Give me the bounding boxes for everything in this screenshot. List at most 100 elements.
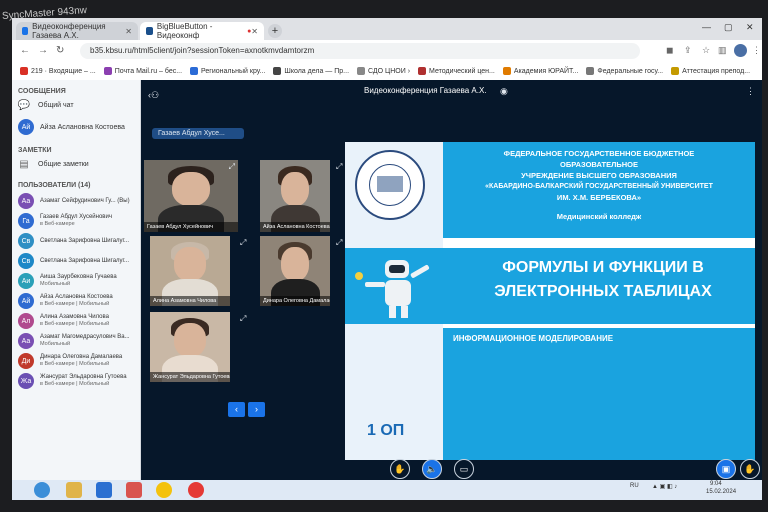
language-indicator[interactable]: RU <box>630 483 639 489</box>
bbb-app: СООБЩЕНИЯ 💬 Общий чат Ай Айза Аслановна … <box>12 80 762 480</box>
url-input[interactable]: b35.kbsu.ru/html5client/join?sessionToke… <box>80 43 640 59</box>
video-label: Алина Азамовна Чилова <box>150 296 230 306</box>
list-item[interactable]: Св Светлана Зарифовна Шигалуг... <box>12 251 140 271</box>
user-status: Мобильный <box>40 281 71 287</box>
camera-permission-icon[interactable]: ◼ <box>666 45 673 56</box>
presentation-slide: ФЕДЕРАЛЬНОЕ ГОСУДАРСТВЕННОЕ БЮДЖЕТНОЕ ОБ… <box>345 142 755 460</box>
close-icon[interactable]: ✕ <box>251 27 258 36</box>
list-item[interactable]: Ал Алина Азамовна Чилова в Веб-камере | Мо… <box>12 311 140 331</box>
shared-notes-label: Общие заметки <box>38 160 89 168</box>
chat-icon: 💬 <box>17 99 31 111</box>
tab-bar: Видеоконференция Газаева А.Х. ✕ BigBlueB… <box>12 18 762 40</box>
clock-date[interactable]: 15.02.2024 <box>706 489 736 495</box>
prev-page-button[interactable]: ‹ <box>228 402 245 417</box>
user-status: в Веб-камере | Мобильный <box>40 381 110 387</box>
mute-microphone-button[interactable]: ✋ <box>390 459 410 479</box>
bookmark-item[interactable]: Почта Mail.ru – бес... <box>103 67 182 75</box>
presenter-badge: Газаев Абдул Хусе... <box>152 128 244 139</box>
slide-subtitle: ИНФОРМАЦИОННОЕ МОДЕЛИРОВАНИЕ <box>453 334 614 343</box>
new-tab-button[interactable]: + <box>268 24 282 38</box>
user-list-panel: СООБЩЕНИЯ 💬 Общий чат Ай Айза Аслановна … <box>12 80 141 480</box>
yandex-browser-icon[interactable] <box>188 482 204 498</box>
fullscreen-icon[interactable]: ⤢ <box>336 238 342 248</box>
public-chat-item[interactable]: 💬 Общий чат <box>12 95 140 115</box>
slide-header: ФЕДЕРАЛЬНОЕ ГОСУДАРСТВЕННОЕ БЮДЖЕТНОЕ ОБ… <box>443 142 755 238</box>
options-icon[interactable]: ⋮ <box>746 86 755 97</box>
list-item[interactable]: Га Газаев Абдул Хусейнович в Веб-камере <box>12 211 140 231</box>
tray-icons[interactable]: ▲ ▣ ◧ ♪ <box>652 483 677 490</box>
close-icon[interactable]: ✕ <box>125 27 132 36</box>
share-screen-button[interactable]: ▭ <box>454 459 474 479</box>
fullscreen-icon[interactable]: ⤢ <box>336 162 342 172</box>
profile-avatar[interactable] <box>734 44 747 57</box>
avatar: Св <box>18 233 34 249</box>
list-item[interactable]: Жа Жансурат Эльдаровна Гутоева в Веб-камер… <box>12 371 140 391</box>
minimize-icon[interactable]: — <box>702 22 711 32</box>
private-chat-item[interactable]: Ай Айза Аслановна Костоева <box>12 115 140 139</box>
bookmark-item[interactable]: Методический цен... <box>418 67 495 75</box>
bookmark-item[interactable]: Школа дела — Пр... <box>273 67 349 75</box>
video-tile[interactable]: Айза Аслановна Костоева <box>260 160 330 232</box>
chrome-icon[interactable] <box>156 482 172 498</box>
forward-icon[interactable]: → <box>38 45 48 56</box>
bookmark-item[interactable]: Федеральные госу... <box>586 67 663 75</box>
bookmark-item[interactable]: СДО ЦНОИ › <box>357 67 410 75</box>
list-item[interactable]: Аи Аиша Заурбековна Гучаева Мобильный <box>12 271 140 291</box>
explorer-icon[interactable] <box>66 482 82 498</box>
private-chat-label: Айза Аслановна Костоева <box>40 123 125 131</box>
page-title: Видеоконференция Газаева А.Х. <box>364 86 487 95</box>
user-name: Алина Азамовна Чилова <box>40 314 109 320</box>
list-item[interactable]: Аа Азамат Сейфудинович Гу... (Вы) <box>12 191 140 211</box>
menu-icon[interactable]: ⋮ <box>752 45 761 56</box>
fullscreen-icon[interactable]: ⤢ <box>240 238 246 248</box>
clock-time[interactable]: 9:04 <box>710 481 722 487</box>
tab-conference[interactable]: Видеоконференция Газаева А.Х. ✕ <box>16 22 138 40</box>
maximize-icon[interactable]: ▢ <box>724 22 733 33</box>
next-page-button[interactable]: › <box>248 402 265 417</box>
avatar: Св <box>18 253 34 269</box>
toggle-userlist-icon[interactable]: ‹⚇ <box>148 90 159 101</box>
video-tile[interactable]: Динара Олеговна Дамалаева <box>260 236 330 306</box>
sidepanel-icon[interactable]: ▥ <box>718 45 727 56</box>
video-tile[interactable]: Алина Азамовна Чилова <box>150 236 230 306</box>
video-tile[interactable]: Жансурат Эльдаровна Гутоева <box>150 312 230 382</box>
bookmark-item[interactable]: Региональный кру... <box>190 67 265 75</box>
address-bar: ← → ↻ b35.kbsu.ru/html5client/join?sessi… <box>12 40 762 62</box>
bookmark-item[interactable]: 219 · Входящие – ... <box>20 67 96 75</box>
presentation-toggle-button[interactable]: ▣ <box>716 459 736 479</box>
video-label: Газаев Абдул Хусейнович <box>144 222 238 232</box>
raise-hand-button[interactable]: ✋ <box>740 459 760 479</box>
user-name: Светлана Зарифовна Шигалуг... <box>40 257 129 264</box>
reload-icon[interactable]: ↻ <box>56 45 64 56</box>
bookmark-item[interactable]: Аттестация препод... <box>671 67 750 75</box>
fullscreen-icon[interactable]: ⤢ <box>240 314 246 324</box>
audio-button[interactable]: 🔈 <box>422 459 442 479</box>
shared-notes-item[interactable]: ▤ Общие заметки <box>12 154 140 174</box>
start-icon[interactable] <box>34 482 50 498</box>
list-item[interactable]: Ди Динара Олеговна Дамалаева в Веб-камере … <box>12 351 140 371</box>
slide-header-line: ИМ. Х.М. БЕРБЕКОВА» <box>556 193 642 202</box>
main-area: ‹⚇ Видеоконференция Газаева А.Х. ◉ ⋮ Газ… <box>140 80 762 480</box>
taskbar: RU ▲ ▣ ◧ ♪ 9:04 15.02.2024 <box>12 480 762 500</box>
ie-icon[interactable] <box>96 482 112 498</box>
tab-bigbluebutton[interactable]: BigBlueButton - Видеоконф ● ✕ <box>140 22 264 40</box>
share-icon[interactable]: ⇪ <box>684 45 692 56</box>
list-item[interactable]: Аа Азамат Магомедрасулович Ва... Мобильный <box>12 331 140 351</box>
messages-header: СООБЩЕНИЯ <box>18 88 66 95</box>
list-item[interactable]: Ай Айза Аслановна Костоева в Веб-камере | … <box>12 291 140 311</box>
video-tile[interactable]: Газаев Абдул Хусейнович ⤢ <box>144 160 238 232</box>
bookmark-star-icon[interactable]: ☆ <box>702 45 710 56</box>
fullscreen-icon[interactable]: ⤢ <box>229 162 235 172</box>
robot-image <box>355 260 430 318</box>
user-list: Аа Азамат Сейфудинович Гу... (Вы) Га Газае… <box>12 191 140 391</box>
tab-favicon-icon <box>22 27 29 35</box>
close-window-icon[interactable]: ✕ <box>746 22 754 33</box>
back-icon[interactable]: ← <box>20 45 30 56</box>
avatar: Ай <box>18 119 34 135</box>
user-name: Жансурат Эльдаровна Гутоева <box>40 374 127 380</box>
avatar: Жа <box>18 373 34 389</box>
list-item[interactable]: Св Светлана Зарифовна Шигалуг... <box>12 231 140 251</box>
avatar: Ди <box>18 353 34 369</box>
bookmark-item[interactable]: Академия ЮРАЙТ... <box>502 67 578 75</box>
media-player-icon[interactable] <box>126 482 142 498</box>
